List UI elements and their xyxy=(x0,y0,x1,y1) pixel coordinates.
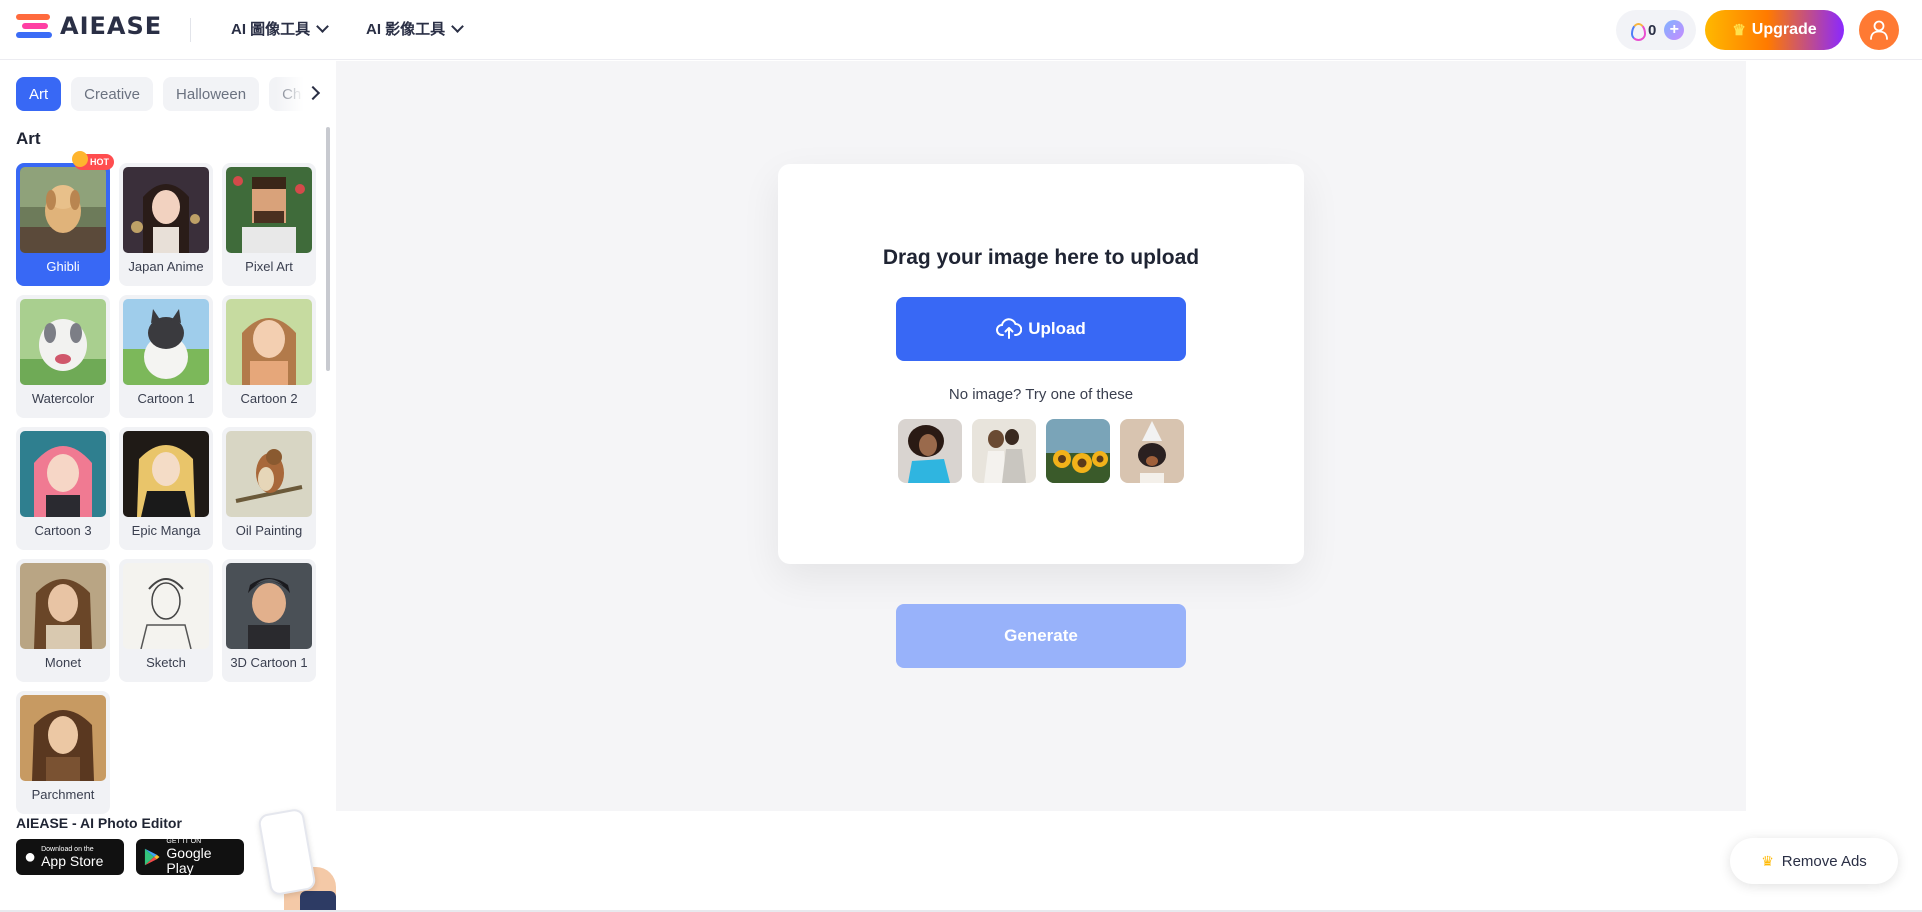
logo-text: AIEASE xyxy=(60,12,163,40)
style-thumb-watercolor xyxy=(20,299,106,385)
style-card-japan-anime[interactable]: Japan Anime xyxy=(119,163,213,286)
section-title: Art xyxy=(16,129,41,148)
style-label: Ghibli xyxy=(46,259,80,274)
generate-label: Generate xyxy=(1004,626,1078,645)
drag-title: Drag your image here to upload xyxy=(882,246,1200,269)
user-icon xyxy=(1870,20,1888,40)
add-credits-icon[interactable]: + xyxy=(1664,20,1685,40)
sample-image-sunflowers[interactable] xyxy=(1046,419,1110,483)
tab-creative[interactable]: Creative xyxy=(71,77,154,111)
style-card-sketch[interactable]: Sketch xyxy=(119,559,213,682)
style-label: Parchment xyxy=(31,787,95,802)
main-workspace: Drag your image here to upload Upload No… xyxy=(336,61,1746,811)
crown-icon: ♛ xyxy=(1732,22,1746,39)
credit-icon xyxy=(1630,22,1646,41)
hot-badge-label: HOT xyxy=(90,157,109,167)
style-label: Sketch xyxy=(146,655,186,670)
nav-label: AI 圖像工具 xyxy=(231,21,311,38)
style-label: Japan Anime xyxy=(128,259,204,274)
bottom-ad-area xyxy=(336,811,1922,912)
category-tabs: Art Creative Halloween Ch xyxy=(16,77,316,111)
style-label: Watercolor xyxy=(31,391,95,406)
google-play-icon xyxy=(144,848,160,866)
style-label: Cartoon 2 xyxy=(240,391,298,406)
style-card-cartoon-1[interactable]: Cartoon 1 xyxy=(119,295,213,418)
top-header: AIEASE AI 圖像工具 AI 影像工具 0 + ♛ Upgrade xyxy=(0,0,1922,60)
style-card-cartoon-2[interactable]: Cartoon 2 xyxy=(222,295,316,418)
nav-ai-image-tools[interactable]: AI 圖像工具 xyxy=(231,18,330,39)
header-divider xyxy=(190,18,191,42)
style-thumb-japan-anime xyxy=(123,167,209,253)
upload-dropzone[interactable]: Drag your image here to upload Upload No… xyxy=(778,164,1304,564)
style-thumb-sketch xyxy=(123,563,209,649)
style-card-cartoon-3[interactable]: Cartoon 3 xyxy=(16,427,110,550)
style-thumb-epic-manga xyxy=(123,431,209,517)
hot-hand-icon xyxy=(72,151,88,167)
remove-ads-label: Remove Ads xyxy=(1781,852,1867,870)
style-card-epic-manga[interactable]: Epic Manga xyxy=(119,427,213,550)
style-label: Cartoon 1 xyxy=(137,391,195,406)
style-thumb-pixel-art xyxy=(226,167,312,253)
style-thumb-cartoon-1 xyxy=(123,299,209,385)
style-label: Cartoon 3 xyxy=(34,523,92,538)
user-avatar[interactable] xyxy=(1859,10,1899,50)
sample-image-dog[interactable] xyxy=(1120,419,1184,483)
sample-image-woman[interactable] xyxy=(898,419,962,483)
promo-title: AIEASE - AI Photo Editor xyxy=(16,815,182,831)
style-label: Monet xyxy=(44,655,82,670)
style-thumb-3d-cartoon-1 xyxy=(226,563,312,649)
nav-ai-video-tools[interactable]: AI 影像工具 xyxy=(366,18,465,39)
style-thumb-cartoon-3 xyxy=(20,431,106,517)
nav-label: AI 影像工具 xyxy=(366,21,446,38)
logo-mark-icon xyxy=(16,13,54,39)
style-thumb-oil-painting xyxy=(226,431,312,517)
credits-counter[interactable]: 0 + xyxy=(1616,10,1696,50)
style-label: Epic Manga xyxy=(131,523,201,538)
style-thumb-monet xyxy=(20,563,106,649)
style-card-oil-painting[interactable]: Oil Painting xyxy=(222,427,316,550)
style-card-pixel-art[interactable]: Pixel Art xyxy=(222,163,316,286)
upgrade-label: Upgrade xyxy=(1751,21,1817,38)
sidebar-scrollbar[interactable] xyxy=(326,127,330,371)
style-sidebar: Art Creative Halloween Ch Art HOT Ghib xyxy=(0,61,336,912)
app-store-big: App Store xyxy=(41,852,104,869)
remove-ads-button[interactable]: ♛ Remove Ads xyxy=(1730,838,1898,884)
google-play-big: Google Play xyxy=(166,845,212,876)
try-sample-text: No image? Try one of these xyxy=(948,386,1134,403)
tab-halloween[interactable]: Halloween xyxy=(163,77,260,111)
style-thumb-parchment xyxy=(20,695,106,781)
tab-art[interactable]: Art xyxy=(16,77,62,111)
chevron-down-icon xyxy=(316,19,330,33)
cloud-upload-icon xyxy=(996,318,1023,339)
upload-label: Upload xyxy=(1028,319,1086,338)
crown-icon: ♛ xyxy=(1761,852,1774,869)
style-card-3d-cartoon-1[interactable]: 3D Cartoon 1 xyxy=(222,559,316,682)
style-card-watercolor[interactable]: Watercolor xyxy=(16,295,110,418)
style-thumb-cartoon-2 xyxy=(226,299,312,385)
style-card-parchment[interactable]: Parchment xyxy=(16,691,110,814)
hot-badge: HOT xyxy=(72,151,114,170)
generate-button[interactable]: Generate xyxy=(896,604,1186,668)
style-label: Oil Painting xyxy=(235,523,303,538)
sample-image-couple[interactable] xyxy=(972,419,1036,483)
upgrade-button[interactable]: ♛ Upgrade xyxy=(1705,10,1844,50)
style-thumb-ghibli xyxy=(20,167,106,253)
apple-icon: ● xyxy=(24,846,37,868)
style-label: 3D Cartoon 1 xyxy=(230,655,308,670)
app-store-button[interactable]: ● Download on the App Store xyxy=(16,839,124,875)
style-label: Pixel Art xyxy=(245,259,293,274)
phone-illustration xyxy=(257,807,317,897)
style-card-monet[interactable]: Monet xyxy=(16,559,110,682)
chevron-down-icon xyxy=(451,19,465,33)
app-promo: AIEASE - AI Photo Editor ● Download on t… xyxy=(0,807,336,912)
credit-count: 0 xyxy=(1648,21,1657,39)
logo[interactable]: AIEASE xyxy=(16,12,162,40)
sample-images xyxy=(898,419,1184,483)
google-play-button[interactable]: GET IT ON Google Play xyxy=(136,838,244,876)
style-card-ghibli[interactable]: HOT Ghibli xyxy=(16,151,114,286)
sleeve-illustration xyxy=(300,891,336,912)
upload-button[interactable]: Upload xyxy=(896,297,1186,361)
